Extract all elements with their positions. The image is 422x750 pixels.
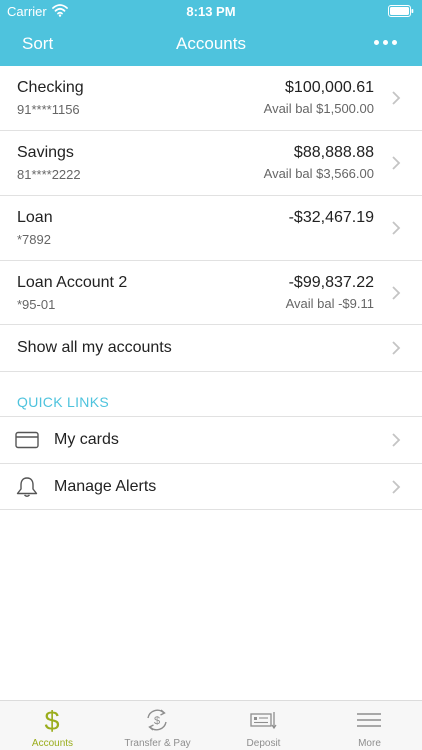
bell-icon bbox=[16, 477, 38, 497]
divider bbox=[0, 509, 422, 510]
tab-label: More bbox=[358, 738, 381, 749]
battery-icon bbox=[388, 5, 414, 17]
tab-label: Transfer & Pay bbox=[124, 738, 191, 749]
menu-icon bbox=[357, 713, 381, 727]
account-balance: $88,888.88 bbox=[293, 144, 374, 161]
chevron-right-icon bbox=[392, 341, 401, 355]
header: Carrier 8:13 PM Sort Accounts bbox=[0, 0, 422, 66]
chevron-right-icon bbox=[392, 156, 401, 170]
account-name: Loan bbox=[17, 209, 53, 226]
quick-link-label: Manage Alerts bbox=[54, 478, 157, 495]
account-row-checking[interactable]: Checking 91****1156 $100,000.61 Avail ba… bbox=[0, 66, 422, 131]
quick-link-my-cards[interactable]: My cards bbox=[0, 417, 422, 463]
tab-label: Accounts bbox=[31, 738, 74, 749]
account-number: *95-01 bbox=[17, 297, 56, 312]
tab-transfer-pay[interactable]: $ Transfer & Pay bbox=[105, 701, 210, 750]
account-row-savings[interactable]: Savings 81****2222 $88,888.88 Avail bal … bbox=[0, 131, 422, 196]
show-all-label: Show all my accounts bbox=[17, 339, 172, 356]
check-deposit-icon bbox=[250, 712, 277, 730]
status-bar: Carrier 8:13 PM bbox=[0, 0, 422, 22]
account-available-balance: Avail bal -$9.11 bbox=[285, 296, 374, 311]
navbar: Sort Accounts bbox=[0, 22, 422, 66]
more-dots-icon[interactable] bbox=[374, 40, 398, 46]
account-number: 91****1156 bbox=[17, 102, 80, 117]
chevron-right-icon bbox=[392, 433, 401, 447]
account-number: 81****2222 bbox=[17, 167, 81, 182]
tab-accounts[interactable]: $ Accounts bbox=[0, 701, 105, 750]
account-name: Loan Account 2 bbox=[17, 274, 128, 291]
tab-more[interactable]: More bbox=[317, 701, 422, 750]
account-name: Checking bbox=[17, 79, 84, 96]
tab-label: Deposit bbox=[246, 738, 281, 749]
chevron-right-icon bbox=[392, 286, 401, 300]
dollar-icon: $ bbox=[44, 706, 59, 734]
quick-link-label: My cards bbox=[54, 431, 119, 448]
svg-text:$: $ bbox=[44, 706, 59, 734]
tab-deposit[interactable]: Deposit bbox=[211, 701, 316, 750]
account-balance: -$99,837.22 bbox=[288, 274, 374, 291]
divider bbox=[0, 371, 422, 372]
svg-text:$: $ bbox=[154, 715, 160, 727]
quick-links-header: QUICK LINKS bbox=[17, 394, 109, 410]
page-title: Accounts bbox=[176, 34, 246, 53]
show-all-accounts-link[interactable]: Show all my accounts bbox=[0, 325, 422, 371]
account-available-balance: Avail bal $1,500.00 bbox=[263, 101, 374, 116]
chevron-right-icon bbox=[392, 480, 401, 494]
status-time: 8:13 PM bbox=[186, 4, 236, 19]
account-balance: $100,000.61 bbox=[285, 79, 374, 96]
card-icon bbox=[15, 431, 39, 449]
account-number: *7892 bbox=[17, 232, 51, 247]
tab-bar: $ Accounts $ Transfer & Pay Deposit More bbox=[0, 700, 422, 750]
chevron-right-icon bbox=[392, 91, 401, 105]
chevron-right-icon bbox=[392, 221, 401, 235]
transfer-icon: $ bbox=[147, 709, 167, 731]
account-name: Savings bbox=[17, 144, 74, 161]
account-row-loan-account-2[interactable]: Loan Account 2 *95-01 -$99,837.22 Avail … bbox=[0, 261, 422, 326]
account-row-loan[interactable]: Loan *7892 -$32,467.19 bbox=[0, 196, 422, 261]
account-balance: -$32,467.19 bbox=[288, 209, 374, 226]
account-available-balance: Avail bal $3,566.00 bbox=[263, 166, 374, 181]
quick-link-manage-alerts[interactable]: Manage Alerts bbox=[0, 464, 422, 510]
